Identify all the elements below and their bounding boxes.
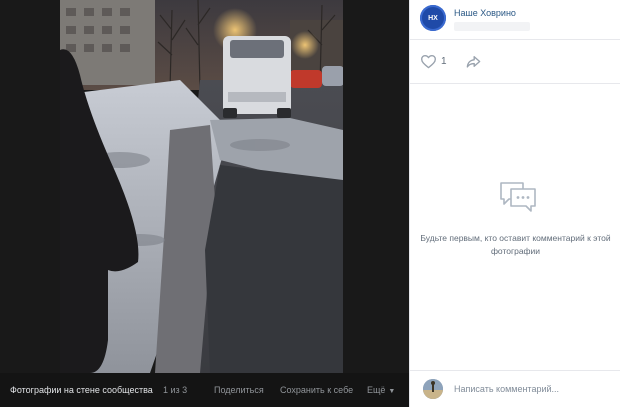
current-user-avatar[interactable] bbox=[423, 379, 443, 399]
album-title[interactable]: Фотографии на стене сообщества bbox=[10, 385, 153, 395]
community-name[interactable]: Наше Ховрино bbox=[454, 8, 516, 18]
photo-area[interactable] bbox=[0, 0, 409, 373]
chevron-down-icon: ▼ bbox=[388, 388, 396, 395]
empty-comments-text: Будьте первым, кто оставит комментарий к… bbox=[420, 233, 611, 256]
share-arrow-icon[interactable] bbox=[465, 54, 482, 69]
comment-composer bbox=[410, 370, 620, 407]
more-label: Ещё bbox=[367, 385, 386, 395]
share-button[interactable]: Поделиться bbox=[214, 385, 264, 395]
photo-sidebar: НХ Наше Ховрино 1 Будьте первым, кто ост… bbox=[409, 0, 620, 407]
community-avatar[interactable]: НХ bbox=[420, 5, 446, 31]
comment-input[interactable] bbox=[450, 380, 610, 398]
photo-viewer: Фотографии на стене сообщества 1 из 3 По… bbox=[0, 0, 409, 407]
user-photo-icon bbox=[423, 379, 443, 399]
viewer-bottom-bar: Фотографии на стене сообщества 1 из 3 По… bbox=[0, 373, 409, 407]
post-date-placeholder bbox=[454, 22, 530, 31]
author-header: НХ Наше Ховрино bbox=[410, 0, 620, 40]
more-menu-button[interactable]: Ещё ▼ bbox=[367, 385, 395, 395]
like-count: 1 bbox=[441, 56, 447, 67]
chat-bubbles-icon bbox=[500, 182, 536, 212]
photo-actions: 1 bbox=[410, 40, 620, 84]
save-to-my-photos-button[interactable]: Сохранить к себе bbox=[280, 385, 353, 395]
photo-counter: 1 из 3 bbox=[163, 385, 188, 395]
photo-street-winter[interactable] bbox=[60, 0, 343, 373]
comments-empty-state: Будьте первым, кто оставит комментарий к… bbox=[410, 84, 620, 370]
heart-icon[interactable] bbox=[420, 54, 437, 69]
